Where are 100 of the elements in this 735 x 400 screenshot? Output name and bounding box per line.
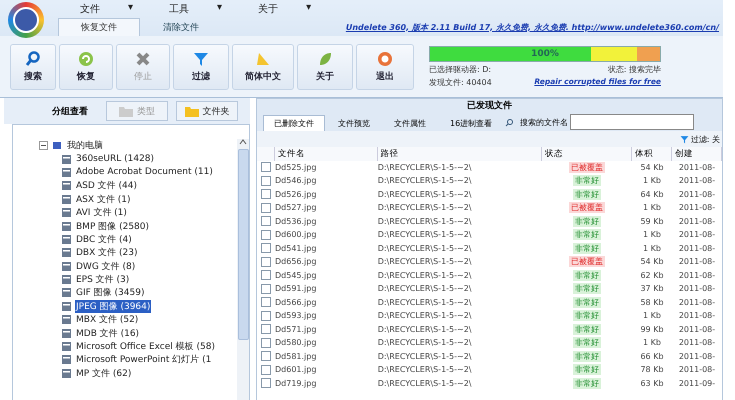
toolbar-button[interactable]: 过滤: [173, 44, 229, 90]
tree-item[interactable]: AVI 文件 (1): [75, 206, 128, 220]
menu-item[interactable]: 文件: [80, 2, 100, 16]
created-cell-text: 2011-08-: [678, 202, 716, 214]
size-cell-text: 78 Kb: [639, 364, 665, 376]
path-cell-text: D:\RECYCLER\S-1-5-~2\: [378, 310, 473, 322]
status-cell: 已被覆盖: [569, 162, 605, 173]
row-checkbox[interactable]: [261, 216, 271, 226]
created-cell-text: 2011-08-: [678, 270, 716, 282]
row-checkbox[interactable]: [261, 284, 271, 294]
computer-icon: [52, 140, 62, 151]
path-cell-text: D:\RECYCLER\S-1-5-~2\: [378, 296, 473, 309]
row-checkbox[interactable]: [261, 270, 271, 280]
file-name-cell-text: Dd536.jpg: [275, 216, 318, 228]
tree-item[interactable]: Microsoft PowerPoint 幻灯片 (1: [75, 353, 212, 366]
created-cell-text: 2011-08-: [678, 216, 716, 228]
status-cell: 非常好: [573, 364, 601, 376]
toolbar-button[interactable]: 恢复: [59, 44, 113, 90]
row-checkbox[interactable]: [261, 338, 271, 348]
row-checkbox[interactable]: [261, 364, 271, 375]
tree-item[interactable]: ASX 文件 (1): [75, 192, 132, 206]
toolbar-button[interactable]: 退出: [356, 44, 414, 90]
menu-item[interactable]: 工具: [169, 2, 190, 16]
path-cell-text: D:\RECYCLER\S-1-5-~2\: [378, 324, 473, 336]
ribbon-tab[interactable]: 恢复文件: [58, 18, 140, 36]
toolbar-button[interactable]: 简体中文: [232, 44, 294, 90]
status-cell: 非常好: [573, 270, 601, 281]
row-checkbox[interactable]: [261, 351, 271, 362]
toolbar-button[interactable]: 搜索: [10, 44, 56, 90]
panel-tab[interactable]: 16进制查看: [439, 115, 504, 131]
tree-item[interactable]: Adobe Acrobat Document (11): [75, 167, 214, 178]
tree-item[interactable]: DBC 文件 (4): [75, 232, 133, 246]
tree-item[interactable]: JPEG 图像 (3964): [75, 300, 152, 313]
file-name-cell-text: Dd656.jpg: [275, 256, 318, 268]
size-cell-text: 66 Kb: [639, 350, 665, 363]
group-button[interactable]: 文件夹: [176, 101, 238, 121]
column-header[interactable]: 路径: [378, 147, 542, 160]
size-cell-text: 1 Kb: [642, 242, 662, 255]
triangle-icon: [255, 50, 271, 66]
column-header[interactable]: 状态: [542, 147, 632, 160]
column-header[interactable]: 体积: [632, 147, 672, 160]
path-cell-text: D:\RECYCLER\S-1-5-~2\: [378, 162, 473, 174]
row-checkbox[interactable]: [261, 324, 271, 334]
tree-item[interactable]: 我的电脑: [66, 139, 104, 152]
file-type-icon: [61, 274, 72, 286]
tree-item[interactable]: BMP 图像 (2580): [75, 220, 150, 233]
tree-item[interactable]: DBX 文件 (23): [75, 246, 138, 260]
filter-icon: [193, 50, 209, 66]
search-field[interactable]: [570, 114, 694, 130]
tree-item[interactable]: MBX 文件 (52): [75, 313, 140, 326]
tree-item[interactable]: 360seURL (1428): [75, 154, 156, 164]
column-header[interactable]: 创建: [672, 147, 722, 160]
size-cell-text: 58 Kb: [639, 296, 665, 309]
row-checkbox[interactable]: [261, 378, 271, 388]
file-name-cell-text: Dd527.jpg: [275, 202, 318, 214]
size-cell-text: 64 Kb: [639, 188, 665, 201]
collapse-icon[interactable]: [39, 141, 48, 150]
row-checkbox[interactable]: [261, 189, 271, 200]
row-checkbox[interactable]: [261, 297, 271, 308]
progress-reading: 100%: [531, 48, 559, 58]
row-checkbox[interactable]: [261, 256, 271, 267]
status-cell: 非常好: [573, 283, 601, 294]
website-link[interactable]: Undelete 360, 版本 2.11 Build 17, 永久免费, 永久免费. http://www.undelete360.com/cn/: [346, 22, 723, 32]
column-header[interactable]: 文件名: [275, 147, 378, 160]
scrollbar-thumb[interactable]: [238, 149, 248, 340]
filter-toggle[interactable]: 过滤: 关: [690, 134, 720, 144]
file-type-icon: [61, 207, 72, 218]
row-checkbox[interactable]: [261, 202, 271, 213]
tree-item[interactable]: GIF 图像 (3459): [75, 286, 146, 300]
status-cell: 非常好: [573, 242, 601, 254]
tree-item[interactable]: DWG 文件 (8): [75, 260, 136, 273]
tree-item[interactable]: ASD 文件 (44): [75, 179, 138, 192]
toolbar-button[interactable]: 关于: [297, 44, 353, 90]
path-cell-text: D:\RECYCLER\S-1-5-~2\: [378, 202, 473, 214]
tree-item[interactable]: MDB 文件 (16): [75, 326, 140, 340]
status-cell: 非常好: [573, 324, 601, 335]
row-checkbox[interactable]: [261, 176, 271, 186]
panel-title: 已发现文件: [257, 99, 722, 113]
status-cell: 非常好: [573, 216, 601, 227]
scroll-up-icon[interactable]: [239, 139, 247, 145]
row-checkbox[interactable]: [261, 243, 271, 254]
found-count: 发现文件: 40404: [429, 76, 492, 88]
menu-item[interactable]: 关于: [258, 2, 278, 16]
panel-tab[interactable]: 文件属性: [383, 115, 437, 131]
drive-label: 已选择驱动器: D:: [429, 64, 492, 74]
panel-tab[interactable]: 已删除文件: [263, 115, 325, 131]
tree-item[interactable]: Microsoft Office Excel 模板 (58): [75, 340, 216, 354]
created-cell-text: 2011-08-: [678, 229, 716, 242]
ribbon-tab[interactable]: 清除文件: [140, 18, 222, 36]
row-checkbox[interactable]: [261, 310, 271, 321]
file-name-cell-text: Dd525.jpg: [275, 162, 318, 174]
file-name-cell-text: Dd541.jpg: [275, 242, 318, 255]
path-cell-text: D:\RECYCLER\S-1-5-~2\: [378, 378, 473, 390]
created-cell-text: 2011-08-: [678, 364, 716, 376]
row-checkbox[interactable]: [261, 162, 271, 172]
tree-item[interactable]: MP 文件 (62): [75, 366, 132, 380]
tree-item[interactable]: EPS 文件 (3): [75, 273, 130, 286]
panel-tab[interactable]: 文件预览: [327, 115, 381, 131]
file-type-icon: [61, 341, 72, 352]
row-checkbox[interactable]: [261, 230, 271, 240]
